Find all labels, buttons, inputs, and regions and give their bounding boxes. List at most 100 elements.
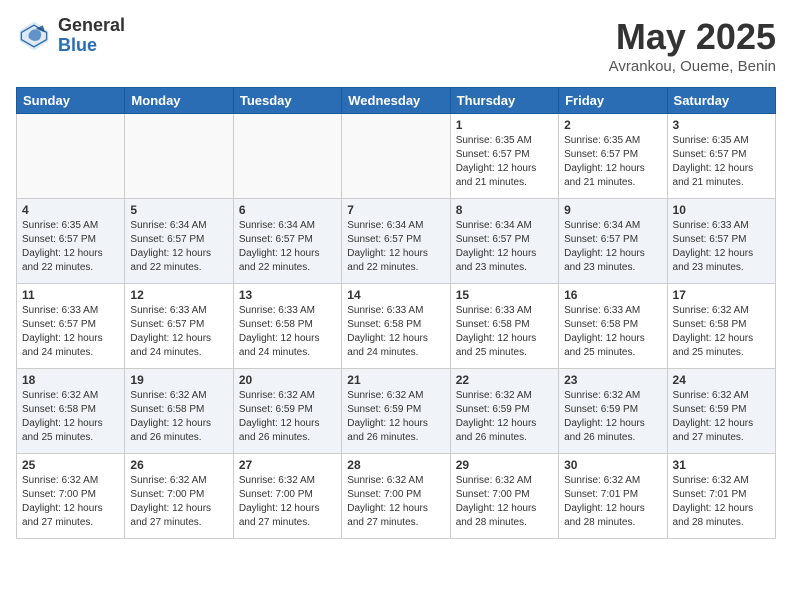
- day-number: 2: [564, 118, 661, 132]
- calendar-week-row: 11Sunrise: 6:33 AM Sunset: 6:57 PM Dayli…: [17, 284, 776, 369]
- calendar-cell: 16 Sunrise: 6:33 AM Sunset: 6:58 PM Dayli…: [559, 284, 667, 369]
- day-number: 30: [564, 458, 661, 472]
- day-info: Sunrise: 6:32 AM Sunset: 6:58 PM Dayligh…: [673, 304, 770, 360]
- calendar-cell: 23 Sunrise: 6:32 AM Sunset: 6:59 PM Dayli…: [559, 369, 667, 454]
- calendar-cell: 12 Sunrise: 6:33 AM Sunset: 6:57 PM Dayli…: [125, 284, 233, 369]
- day-number: 21: [347, 373, 444, 387]
- calendar-cell: 27Sunrise: 6:32 AM Sunset: 7:00 PM Dayli…: [233, 454, 341, 539]
- weekday-header: Friday: [559, 88, 667, 114]
- day-number: 1: [456, 118, 553, 132]
- calendar-cell: 26 Sunrise: 6:32 AM Sunset: 7:00 PM Dayli…: [125, 454, 233, 539]
- calendar-cell: 20Sunrise: 6:32 AM Sunset: 6:59 PM Dayli…: [233, 369, 341, 454]
- day-number: 31: [673, 458, 770, 472]
- logo-icon: [16, 18, 52, 54]
- day-info: Sunrise: 6:33 AM Sunset: 6:57 PM Dayligh…: [22, 304, 119, 360]
- day-number: 16: [564, 288, 661, 302]
- logo-general: General: [58, 16, 125, 36]
- weekday-header-row: SundayMondayTuesdayWednesdayThursdayFrid…: [17, 88, 776, 114]
- calendar-cell: 14 Sunrise: 6:33 AM Sunset: 6:58 PM Dayli…: [342, 284, 450, 369]
- calendar-cell: 2Sunrise: 6:35 AM Sunset: 6:57 PM Daylig…: [559, 114, 667, 199]
- day-number: 28: [347, 458, 444, 472]
- calendar-cell: 7 Sunrise: 6:34 AM Sunset: 6:57 PM Daylig…: [342, 199, 450, 284]
- calendar-cell: 17 Sunrise: 6:32 AM Sunset: 6:58 PM Dayli…: [667, 284, 775, 369]
- day-info: Sunrise: 6:32 AM Sunset: 7:00 PM Dayligh…: [456, 474, 553, 530]
- page-header: General Blue May 2025 Avrankou, Oueme, B…: [16, 16, 776, 75]
- weekday-header: Monday: [125, 88, 233, 114]
- day-number: 29: [456, 458, 553, 472]
- logo-text: General Blue: [58, 16, 125, 56]
- calendar-week-row: 18 Sunrise: 6:32 AM Sunset: 6:58 PM Dayli…: [17, 369, 776, 454]
- day-info: Sunrise: 6:35 AM Sunset: 6:57 PM Dayligh…: [22, 219, 119, 275]
- calendar-cell: 11Sunrise: 6:33 AM Sunset: 6:57 PM Dayli…: [17, 284, 125, 369]
- calendar-cell: [125, 114, 233, 199]
- calendar-cell: 3 Sunrise: 6:35 AM Sunset: 6:57 PM Daylig…: [667, 114, 775, 199]
- day-number: 26: [130, 458, 227, 472]
- calendar-cell: 25 Sunrise: 6:32 AM Sunset: 7:00 PM Dayli…: [17, 454, 125, 539]
- day-number: 6: [239, 203, 336, 217]
- day-info: Sunrise: 6:33 AM Sunset: 6:58 PM Dayligh…: [239, 304, 336, 360]
- calendar-cell: [342, 114, 450, 199]
- day-info: Sunrise: 6:32 AM Sunset: 7:01 PM Dayligh…: [564, 474, 661, 530]
- day-info: Sunrise: 6:32 AM Sunset: 6:58 PM Dayligh…: [22, 389, 119, 445]
- calendar-week-row: 4 Sunrise: 6:35 AM Sunset: 6:57 PM Daylig…: [17, 199, 776, 284]
- logo-blue: Blue: [58, 36, 125, 56]
- calendar-cell: [233, 114, 341, 199]
- day-info: Sunrise: 6:33 AM Sunset: 6:57 PM Dayligh…: [673, 219, 770, 275]
- calendar-cell: 5 Sunrise: 6:34 AM Sunset: 6:57 PM Daylig…: [125, 199, 233, 284]
- day-number: 18: [22, 373, 119, 387]
- day-info: Sunrise: 6:33 AM Sunset: 6:57 PM Dayligh…: [130, 304, 227, 360]
- weekday-header: Thursday: [450, 88, 558, 114]
- day-info: Sunrise: 6:34 AM Sunset: 6:57 PM Dayligh…: [130, 219, 227, 275]
- calendar-cell: 10Sunrise: 6:33 AM Sunset: 6:57 PM Dayli…: [667, 199, 775, 284]
- calendar-cell: 24Sunrise: 6:32 AM Sunset: 6:59 PM Dayli…: [667, 369, 775, 454]
- day-info: Sunrise: 6:32 AM Sunset: 6:59 PM Dayligh…: [456, 389, 553, 445]
- day-info: Sunrise: 6:32 AM Sunset: 6:59 PM Dayligh…: [564, 389, 661, 445]
- calendar-week-row: 1 Sunrise: 6:35 AM Sunset: 6:57 PM Daylig…: [17, 114, 776, 199]
- calendar-week-row: 25 Sunrise: 6:32 AM Sunset: 7:00 PM Dayli…: [17, 454, 776, 539]
- day-info: Sunrise: 6:32 AM Sunset: 7:00 PM Dayligh…: [239, 474, 336, 530]
- calendar-cell: 13 Sunrise: 6:33 AM Sunset: 6:58 PM Dayli…: [233, 284, 341, 369]
- day-number: 5: [130, 203, 227, 217]
- day-number: 13: [239, 288, 336, 302]
- day-info: Sunrise: 6:32 AM Sunset: 6:59 PM Dayligh…: [347, 389, 444, 445]
- day-number: 17: [673, 288, 770, 302]
- calendar-cell: 28 Sunrise: 6:32 AM Sunset: 7:00 PM Dayli…: [342, 454, 450, 539]
- calendar-cell: 15 Sunrise: 6:33 AM Sunset: 6:58 PM Dayli…: [450, 284, 558, 369]
- day-info: Sunrise: 6:32 AM Sunset: 7:00 PM Dayligh…: [130, 474, 227, 530]
- logo: General Blue: [16, 16, 125, 56]
- calendar-cell: 29 Sunrise: 6:32 AM Sunset: 7:00 PM Dayli…: [450, 454, 558, 539]
- day-info: Sunrise: 6:32 AM Sunset: 6:59 PM Dayligh…: [239, 389, 336, 445]
- day-info: Sunrise: 6:35 AM Sunset: 6:57 PM Dayligh…: [673, 134, 770, 190]
- day-number: 7: [347, 203, 444, 217]
- day-number: 4: [22, 203, 119, 217]
- calendar-cell: 21 Sunrise: 6:32 AM Sunset: 6:59 PM Dayli…: [342, 369, 450, 454]
- day-number: 24: [673, 373, 770, 387]
- day-info: Sunrise: 6:32 AM Sunset: 7:00 PM Dayligh…: [22, 474, 119, 530]
- weekday-header: Tuesday: [233, 88, 341, 114]
- day-number: 25: [22, 458, 119, 472]
- calendar-table: SundayMondayTuesdayWednesdayThursdayFrid…: [16, 87, 776, 539]
- day-number: 22: [456, 373, 553, 387]
- calendar-cell: 19 Sunrise: 6:32 AM Sunset: 6:58 PM Dayli…: [125, 369, 233, 454]
- day-info: Sunrise: 6:33 AM Sunset: 6:58 PM Dayligh…: [347, 304, 444, 360]
- day-info: Sunrise: 6:32 AM Sunset: 6:58 PM Dayligh…: [130, 389, 227, 445]
- day-info: Sunrise: 6:33 AM Sunset: 6:58 PM Dayligh…: [456, 304, 553, 360]
- day-number: 19: [130, 373, 227, 387]
- calendar-cell: 18 Sunrise: 6:32 AM Sunset: 6:58 PM Dayli…: [17, 369, 125, 454]
- title-block: May 2025 Avrankou, Oueme, Benin: [609, 16, 776, 75]
- day-number: 14: [347, 288, 444, 302]
- day-info: Sunrise: 6:34 AM Sunset: 6:57 PM Dayligh…: [347, 219, 444, 275]
- calendar-cell: 6Sunrise: 6:34 AM Sunset: 6:57 PM Daylig…: [233, 199, 341, 284]
- day-info: Sunrise: 6:34 AM Sunset: 6:57 PM Dayligh…: [564, 219, 661, 275]
- day-info: Sunrise: 6:33 AM Sunset: 6:58 PM Dayligh…: [564, 304, 661, 360]
- weekday-header: Saturday: [667, 88, 775, 114]
- day-number: 12: [130, 288, 227, 302]
- day-info: Sunrise: 6:32 AM Sunset: 7:00 PM Dayligh…: [347, 474, 444, 530]
- day-number: 15: [456, 288, 553, 302]
- calendar-cell: 1Sunrise: 6:35 AM Sunset: 6:57 PM Daylig…: [450, 114, 558, 199]
- day-number: 9: [564, 203, 661, 217]
- calendar-cell: [17, 114, 125, 199]
- day-number: 23: [564, 373, 661, 387]
- calendar-cell: 9 Sunrise: 6:34 AM Sunset: 6:57 PM Daylig…: [559, 199, 667, 284]
- day-number: 3: [673, 118, 770, 132]
